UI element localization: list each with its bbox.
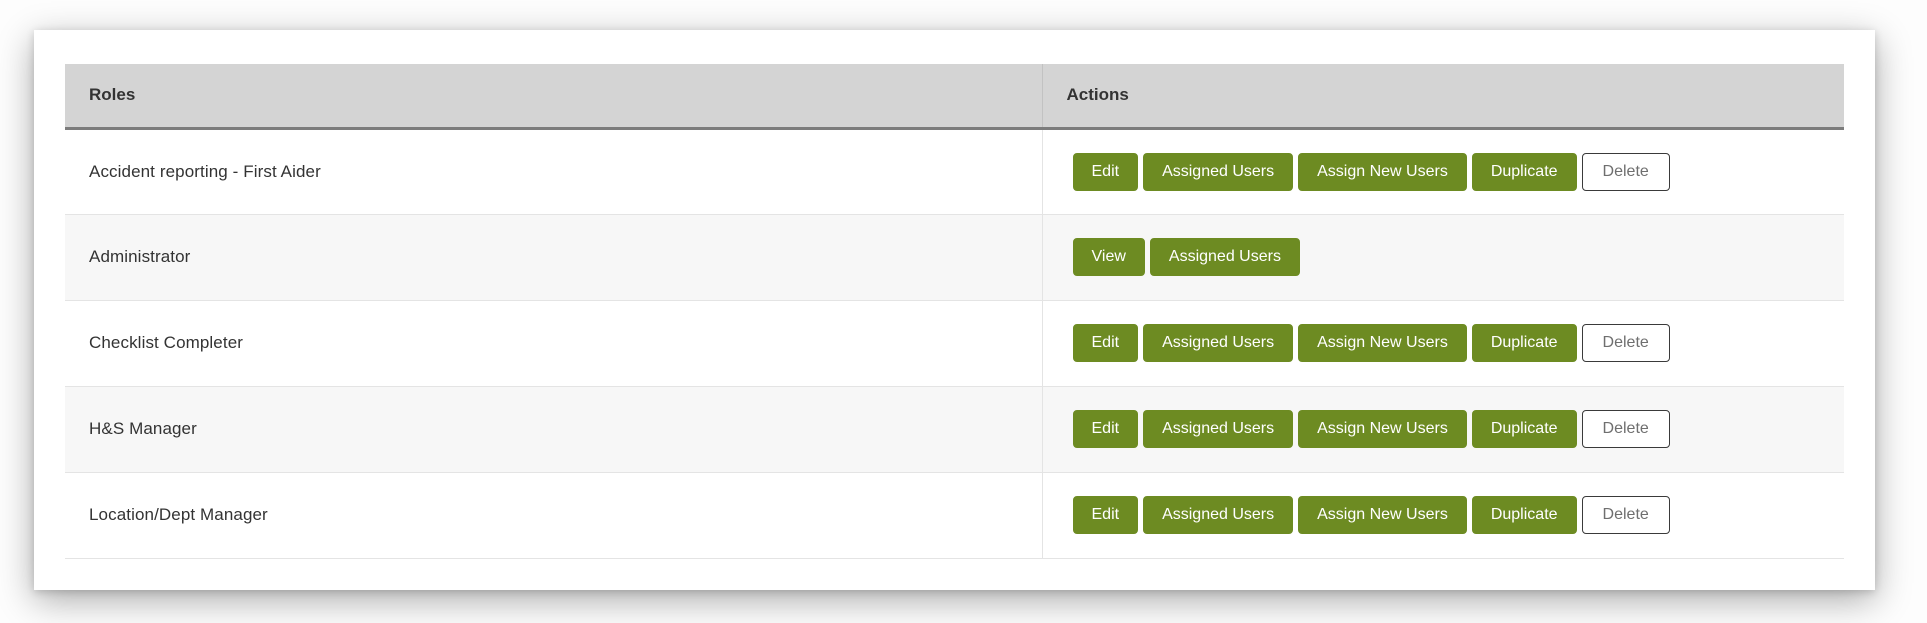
assigned-users-button[interactable]: Assigned Users: [1143, 152, 1294, 191]
role-name-cell: Checklist Completer: [65, 300, 1042, 387]
table-header: Roles Actions: [65, 64, 1844, 130]
role-actions-cell: Edit Assigned Users Assign New Users Duplic…: [1041, 386, 1845, 473]
content-card: Roles Actions Accident reporting - First…: [34, 30, 1875, 590]
role-actions-cell: Edit Assigned Users Assign New Users Duplic…: [1041, 300, 1845, 387]
role-name-cell: Accident reporting - First Aider: [65, 128, 1042, 215]
role-name-cell: Location/Dept Manager: [65, 472, 1042, 559]
duplicate-button[interactable]: Duplicate: [1471, 324, 1577, 362]
role-actions-cell: View Assigned Users: [1041, 214, 1845, 301]
action-button-group: View Assigned Users: [1072, 238, 1845, 276]
assigned-users-button[interactable]: Assigned Users: [1143, 324, 1294, 362]
assign-new-users-button[interactable]: Assign New Users: [1298, 152, 1467, 191]
role-actions-cell: Edit Assigned Users Assign New Users Duplic…: [1041, 472, 1845, 559]
role-name-cell: Administrator: [65, 214, 1042, 301]
action-button-group: Edit Assigned Users Assign New Users Duplic…: [1072, 324, 1845, 362]
duplicate-button[interactable]: Duplicate: [1471, 410, 1577, 448]
assign-new-users-button[interactable]: Assign New Users: [1298, 496, 1467, 534]
delete-button[interactable]: Delete: [1581, 152, 1670, 191]
column-header-roles: Roles: [65, 64, 1042, 130]
edit-button[interactable]: Edit: [1072, 496, 1139, 534]
edit-button[interactable]: Edit: [1072, 324, 1139, 362]
assigned-users-button[interactable]: Assigned Users: [1143, 496, 1294, 534]
table-row: Administrator View Assigned Users: [65, 214, 1845, 301]
view-button[interactable]: View: [1072, 238, 1145, 276]
roles-table: Roles Actions Accident reporting - First…: [65, 64, 1844, 559]
assigned-users-button[interactable]: Assigned Users: [1143, 410, 1294, 448]
table-row: Accident reporting - First Aider Edit Assi…: [65, 128, 1845, 215]
table-header-row: Roles Actions: [65, 64, 1844, 130]
role-actions-cell: Edit Assigned Users Assign New Users Duplic…: [1041, 128, 1845, 215]
edit-button[interactable]: Edit: [1072, 410, 1139, 448]
role-name-cell: H&S Manager: [65, 386, 1042, 473]
delete-button[interactable]: Delete: [1581, 496, 1670, 534]
assign-new-users-button[interactable]: Assign New Users: [1298, 410, 1467, 448]
action-button-group: Edit Assigned Users Assign New Users Duplic…: [1072, 496, 1845, 534]
action-button-group: Edit Assigned Users Assign New Users Duplic…: [1072, 152, 1845, 191]
duplicate-button[interactable]: Duplicate: [1471, 496, 1577, 534]
table-row: Checklist Completer Edit Assigned Users Ass…: [65, 300, 1845, 387]
delete-button[interactable]: Delete: [1581, 324, 1670, 362]
edit-button[interactable]: Edit: [1072, 152, 1139, 191]
assign-new-users-button[interactable]: Assign New Users: [1298, 324, 1467, 362]
table-body: Accident reporting - First Aider Edit Assi…: [65, 128, 1845, 559]
table-row: H&S Manager Edit Assigned Users Assign New …: [65, 386, 1845, 473]
delete-button[interactable]: Delete: [1581, 410, 1670, 448]
page-canvas: Roles Actions Accident reporting - First…: [0, 0, 1927, 623]
action-button-group: Edit Assigned Users Assign New Users Duplic…: [1072, 410, 1845, 448]
column-header-actions: Actions: [1041, 64, 1844, 130]
assigned-users-button[interactable]: Assigned Users: [1149, 238, 1300, 276]
duplicate-button[interactable]: Duplicate: [1471, 152, 1577, 191]
table-row: Location/Dept Manager Edit Assigned Users A…: [65, 472, 1845, 559]
